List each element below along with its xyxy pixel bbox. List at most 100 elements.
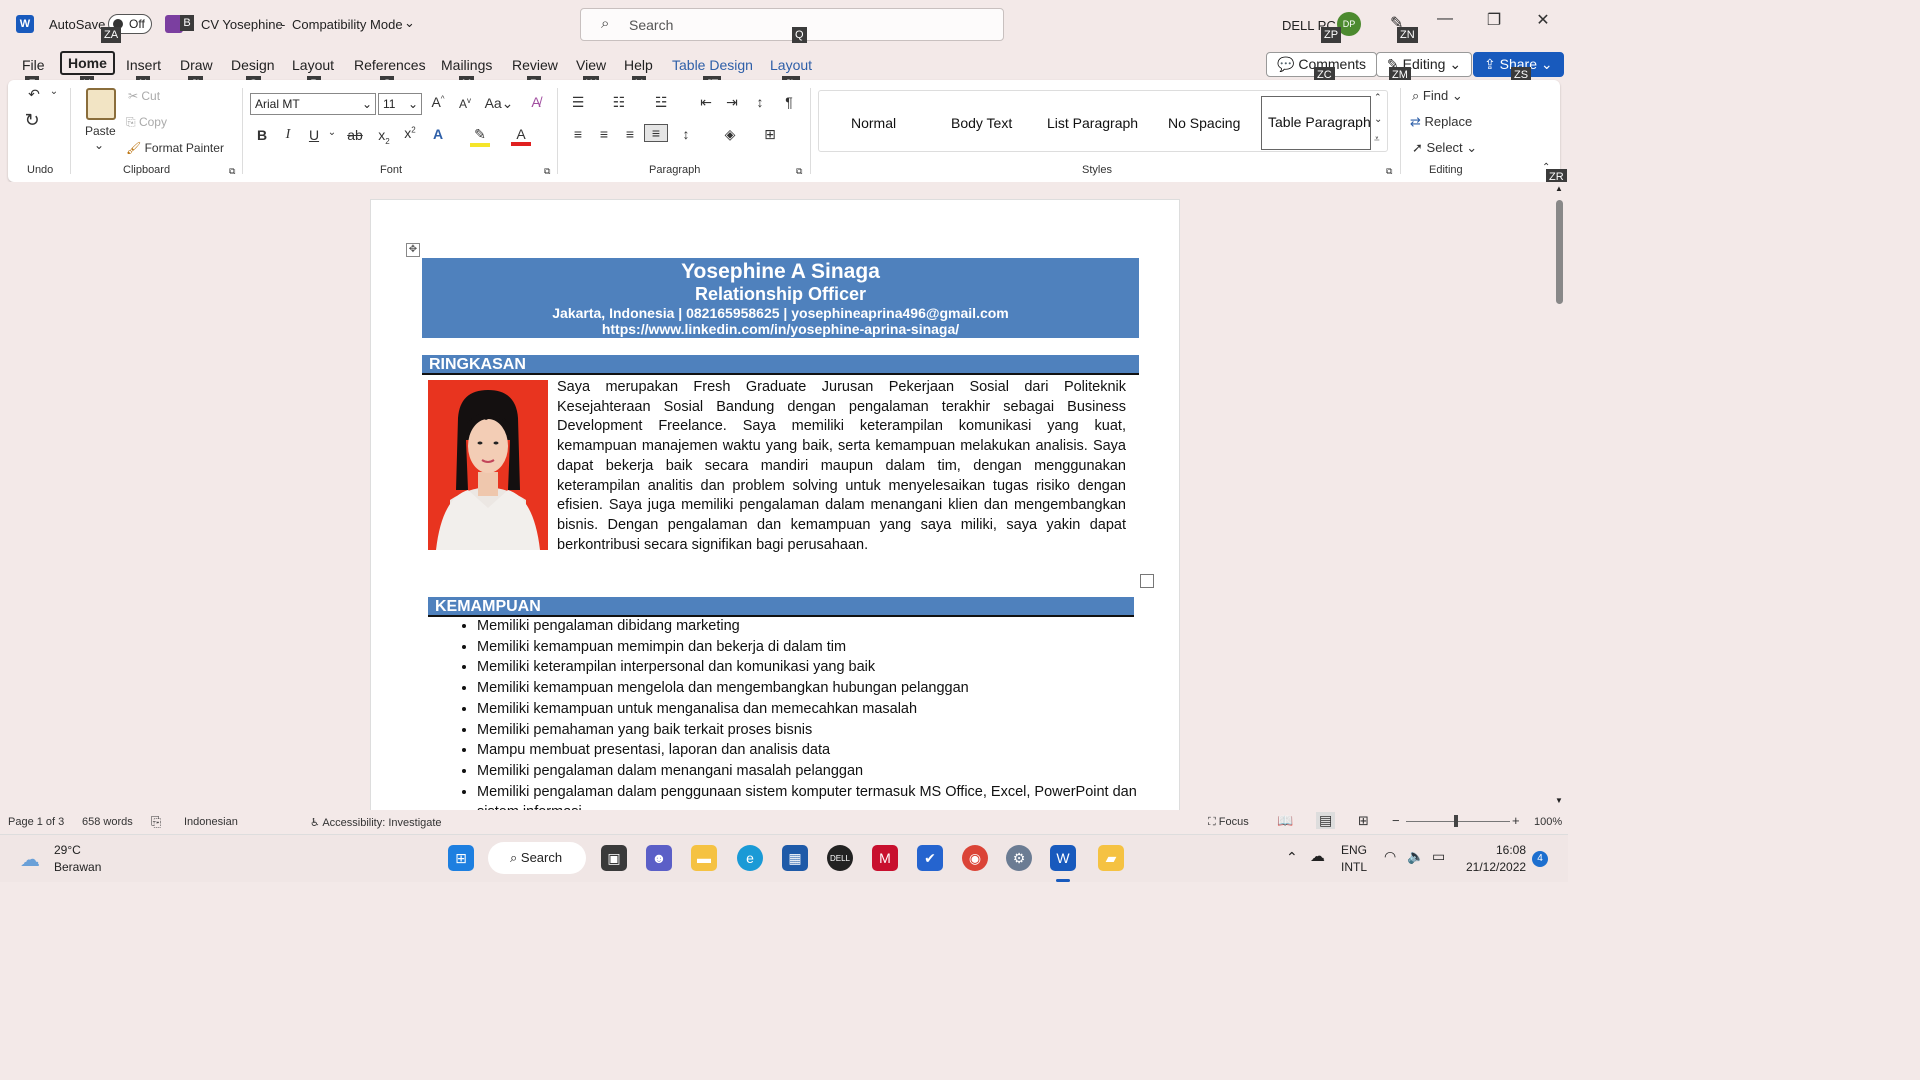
volume-icon[interactable]: 🔈 [1407, 848, 1424, 865]
increase-indent-icon[interactable]: ⇥ [722, 94, 742, 111]
sort-icon[interactable]: ↕ [750, 94, 770, 110]
clock-time[interactable]: 16:08 [1496, 843, 1526, 857]
decrease-indent-icon[interactable]: ⇤ [696, 94, 716, 111]
tab-references[interactable]: References [354, 57, 426, 73]
chrome-icon[interactable]: ◉ [962, 845, 988, 871]
vertical-scrollbar[interactable]: ▲ ▼ [1552, 182, 1568, 810]
list-item[interactable]: Memiliki pengalaman dibidang marketing [477, 616, 1137, 637]
style-no-spacing[interactable]: No Spacing [1168, 115, 1240, 131]
onedrive-icon[interactable]: ☁ [1310, 847, 1325, 865]
style-normal[interactable]: Normal [851, 115, 896, 131]
styles-scroll-down-icon[interactable]: ⌄ [1374, 114, 1382, 125]
show-formatting-icon[interactable]: ¶ [779, 94, 799, 110]
superscript-icon[interactable]: x2 [400, 125, 420, 141]
chevron-up-icon[interactable]: ⌃ [1286, 849, 1298, 866]
font-dialog-launcher-icon[interactable]: ⧉ [544, 166, 550, 177]
document-page[interactable]: ✥ Yosephine A Sinaga Relationship Office… [370, 199, 1180, 810]
strikethrough-icon[interactable]: ab [345, 127, 365, 143]
underline-dropdown-icon[interactable]: ⌄ [322, 127, 342, 138]
clear-formatting-icon[interactable]: A̸ [526, 94, 546, 110]
change-case-icon[interactable]: Aa⌄ [484, 95, 514, 112]
underline-icon[interactable]: U [304, 127, 324, 143]
tab-review[interactable]: Review [512, 57, 558, 73]
style-body-text[interactable]: Body Text [951, 115, 1012, 131]
cut-button[interactable]: ✂ Cut [128, 89, 160, 103]
font-name-combo[interactable]: Arial MT ⌄ [250, 93, 376, 115]
chevron-down-icon[interactable]: ⌄ [404, 15, 415, 31]
task-view-icon[interactable]: ▣ [601, 845, 627, 871]
taskbar-search[interactable]: ⌕ Search [488, 842, 586, 874]
language-indicator[interactable]: Indonesian [184, 816, 238, 828]
format-painter-button[interactable]: 🖌 Format Painter [126, 141, 224, 155]
tab-mailings[interactable]: Mailings [441, 57, 492, 73]
weather-temp[interactable]: 29°C [54, 843, 81, 857]
folder-icon[interactable]: ▰ [1098, 845, 1124, 871]
weather-cloud-icon[interactable]: ☁ [20, 847, 40, 872]
dell-icon[interactable]: DELL [827, 845, 853, 871]
tab-view[interactable]: View [576, 57, 606, 73]
list-item[interactable]: Memiliki pemahaman yang baik terkait pro… [477, 720, 1137, 741]
text-effects-icon[interactable]: A [428, 126, 448, 142]
start-icon[interactable]: ⊞ [448, 845, 474, 871]
web-layout-icon[interactable]: ⊞ [1358, 813, 1369, 829]
tab-layout[interactable]: Layout [292, 57, 334, 73]
list-item[interactable]: Memiliki keterampilan interpersonal dan … [477, 657, 1137, 678]
paragraph-dialog-launcher-icon[interactable]: ⧉ [796, 166, 802, 177]
teams-chat-icon[interactable]: ☻ [646, 845, 672, 871]
replace-button[interactable]: ⇄ Replace [1410, 114, 1472, 130]
battery-icon[interactable]: ▭ [1432, 848, 1445, 865]
font-color-icon[interactable]: A [511, 126, 531, 146]
zoom-out-button[interactable]: − [1392, 813, 1400, 828]
scroll-down-icon[interactable]: ▼ [1555, 796, 1563, 805]
grow-font-icon[interactable]: A^ [428, 94, 448, 110]
list-item[interactable]: Memiliki pengalaman dalam menangani masa… [477, 761, 1137, 782]
close-button[interactable]: ✕ [1528, 10, 1558, 30]
paste-dropdown-icon[interactable]: ⌄ [94, 138, 104, 152]
bullets-icon[interactable]: ☰ [568, 94, 588, 111]
accessibility-button[interactable]: ♿ Accessibility: Investigate [310, 816, 442, 829]
file-explorer-icon[interactable]: ▬ [691, 845, 717, 871]
list-item[interactable]: Memiliki kemampuan mengelola dan mengemb… [477, 678, 1137, 699]
italic-icon[interactable]: I [278, 127, 298, 143]
align-center-icon[interactable]: ≡ [594, 126, 614, 142]
paste-button[interactable]: Paste [85, 124, 116, 138]
list-item[interactable]: Memiliki pengalaman dalam penggunaan sis… [477, 782, 1137, 810]
weather-condition[interactable]: Berawan [54, 860, 101, 874]
tab-design[interactable]: Design [231, 57, 275, 73]
language-intl[interactable]: INTL [1341, 860, 1367, 874]
clock-date[interactable]: 21/12/2022 [1466, 860, 1526, 874]
style-table-paragraph[interactable]: Table Paragraph [1261, 96, 1371, 150]
shrink-font-icon[interactable]: Av [455, 96, 475, 111]
focus-button[interactable]: ⛶ Focus [1208, 816, 1249, 829]
edge-icon[interactable]: e [737, 845, 763, 871]
scroll-up-icon[interactable]: ▲ [1555, 184, 1563, 193]
tab-home[interactable]: Home [60, 51, 115, 75]
tab-help[interactable]: Help [624, 57, 653, 73]
borders-icon[interactable]: ⊞ [760, 126, 780, 143]
zoom-in-button[interactable]: + [1512, 813, 1520, 828]
read-mode-icon[interactable]: 📖 [1277, 813, 1293, 829]
shading-icon[interactable]: ◈ [720, 126, 740, 143]
justify-icon[interactable]: ≡ [644, 124, 668, 142]
multilevel-list-icon[interactable]: ☳ [651, 94, 671, 111]
style-list-paragraph[interactable]: List Paragraph [1047, 115, 1138, 131]
numbering-icon[interactable]: ☷ [609, 94, 629, 111]
compatibility-mode[interactable]: Compatibility Mode [292, 17, 403, 32]
styles-more-icon[interactable]: ⩡ [1374, 134, 1380, 145]
proofing-icon[interactable]: ⎘ [151, 814, 161, 830]
store-icon[interactable]: ▦ [782, 845, 808, 871]
restore-button[interactable]: ❐ [1479, 10, 1509, 30]
list-item[interactable]: Mampu membuat presentasi, laporan dan an… [477, 740, 1137, 761]
tab-insert[interactable]: Insert [126, 57, 161, 73]
notification-badge[interactable]: 4 [1532, 851, 1548, 867]
word-taskbar-icon[interactable]: W [1050, 845, 1076, 871]
wifi-icon[interactable]: ◠ [1384, 848, 1396, 865]
align-right-icon[interactable]: ≡ [620, 126, 640, 142]
tab-file[interactable]: File [22, 57, 45, 73]
find-button[interactable]: ⌕ Find ⌄ [1412, 88, 1463, 104]
word-count[interactable]: 658 words [82, 816, 133, 828]
list-item[interactable]: Memiliki kemampuan untuk menganalisa dan… [477, 699, 1137, 720]
tab-draw[interactable]: Draw [180, 57, 213, 73]
styles-scroll-up-icon[interactable]: ⌃ [1374, 92, 1382, 103]
minimize-button[interactable]: — [1430, 10, 1460, 28]
